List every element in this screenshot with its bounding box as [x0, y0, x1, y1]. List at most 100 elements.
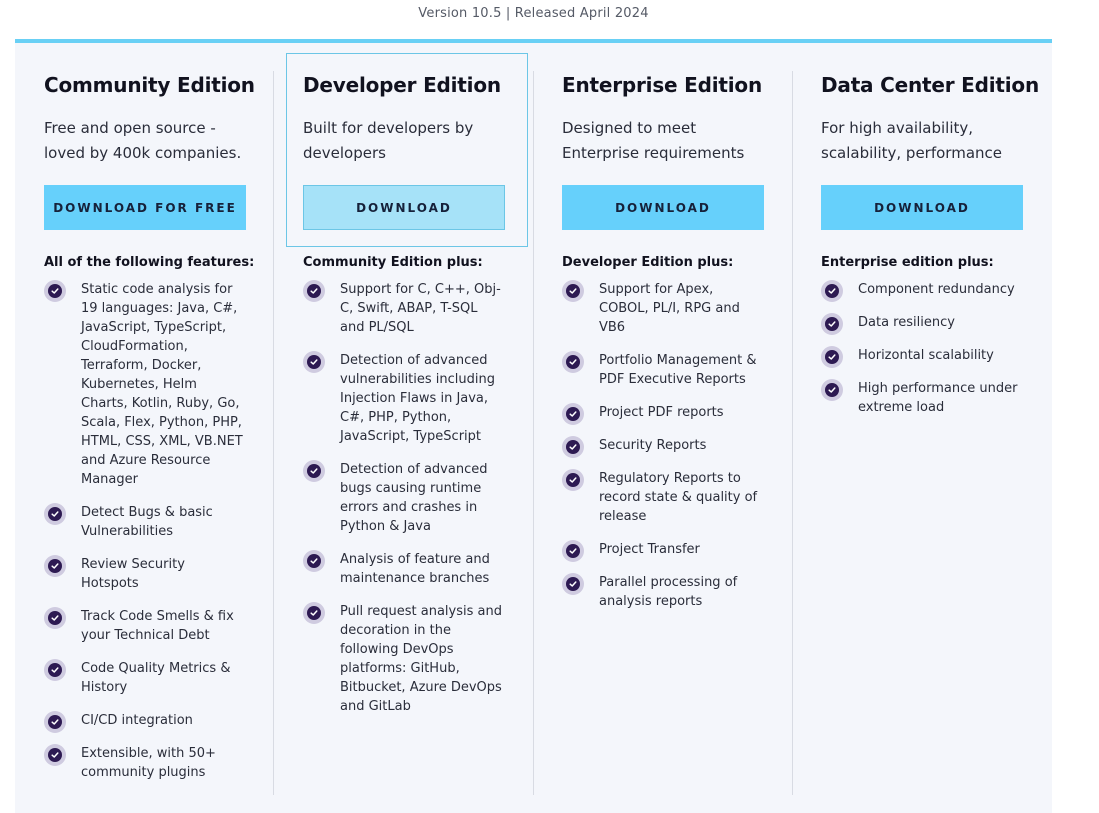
- feature-text-line: Regulatory Reports to: [599, 471, 741, 486]
- feature-text-line: Detection of advanced: [340, 353, 488, 368]
- developer-download-button[interactable]: DOWNLOAD: [303, 185, 505, 230]
- feature-text-line: Kubernetes, Helm: [81, 377, 197, 392]
- data-center-edition-column: Data Center Edition For high availability…: [792, 43, 1051, 813]
- feature-text-line: CloudFormation,: [81, 339, 188, 354]
- check-circle-icon: [303, 550, 325, 572]
- description-line: For high availability,: [821, 119, 974, 137]
- feature-text-line: maintenance branches: [340, 571, 490, 586]
- check-circle-icon: [562, 403, 584, 425]
- check-circle-icon: [562, 436, 584, 458]
- check-circle-icon: [44, 659, 66, 681]
- check-circle-icon: [303, 460, 325, 482]
- feature-text-line: High performance under: [858, 381, 1018, 396]
- feature-text-line: JavaScript, TypeScript,: [81, 320, 227, 335]
- feature-item: Component redundancy: [821, 280, 1036, 302]
- check-circle-icon: [44, 607, 66, 629]
- feature-text-line: Support for C, C++, Obj-: [340, 282, 501, 297]
- feature-text-line: Track Code Smells & fix: [81, 609, 234, 624]
- check-circle-icon: [44, 280, 66, 302]
- feature-text-line: 19 languages: Java, C#,: [81, 301, 238, 316]
- feature-text-line: Project PDF reports: [599, 405, 724, 420]
- feature-item: Detection of advanced vulnerabilities inc…: [303, 351, 518, 446]
- feature-item: Track Code Smells & fix your Technical De…: [44, 607, 259, 645]
- feature-item: Extensible, with 50+ community plugins: [44, 744, 259, 782]
- community-edition-description: Free and open source - loved by 400k comp…: [44, 116, 254, 166]
- check-circle-icon: [821, 379, 843, 401]
- feature-text-line: Security Reports: [599, 438, 707, 453]
- feature-text-line: and Azure Resource: [81, 453, 211, 468]
- developer-features-heading: Community Edition plus:: [303, 255, 483, 270]
- feature-text-line: Data resiliency: [858, 315, 955, 330]
- developer-edition-description: Built for developers by developers: [303, 116, 513, 166]
- feature-text-line: platforms: GitHub,: [340, 661, 460, 676]
- feature-text-line: release: [599, 509, 647, 524]
- feature-text-line: Horizontal scalability: [858, 348, 994, 363]
- feature-text-line: Portfolio Management &: [599, 353, 757, 368]
- check-circle-icon: [44, 744, 66, 766]
- feature-text-line: Code Quality Metrics &: [81, 661, 231, 676]
- feature-text-line: Python & Java: [340, 519, 431, 534]
- feature-text-line: CI/CD integration: [81, 713, 193, 728]
- feature-text-line: Project Transfer: [599, 542, 700, 557]
- feature-text-line: vulnerabilities including: [340, 372, 495, 387]
- feature-text-line: Pull request analysis and: [340, 604, 502, 619]
- check-circle-icon: [562, 351, 584, 373]
- data-center-download-button[interactable]: DOWNLOAD: [821, 185, 1023, 230]
- data-center-feature-list: Component redundancy Data resiliency Horiz…: [821, 280, 1036, 431]
- check-circle-icon: [562, 280, 584, 302]
- feature-item: Detect Bugs & basic Vulnerabilities: [44, 503, 259, 541]
- editions-panel: Community Edition Free and open source - l…: [15, 39, 1052, 813]
- community-download-button[interactable]: DOWNLOAD FOR FREE: [44, 185, 246, 230]
- feature-text-line: your Technical Debt: [81, 628, 210, 643]
- feature-text-line: Extensible, with 50+: [81, 746, 216, 761]
- feature-item: Regulatory Reports to record state & qual…: [562, 469, 777, 526]
- feature-text-line: Component redundancy: [858, 282, 1015, 297]
- feature-text-line: Bitbucket, Azure DevOps: [340, 680, 502, 695]
- feature-text-line: Manager: [81, 472, 138, 487]
- check-circle-icon: [44, 555, 66, 577]
- feature-item: High performance under extreme load: [821, 379, 1036, 417]
- feature-item: Project PDF reports: [562, 403, 777, 425]
- description-line: developers: [303, 144, 386, 162]
- check-circle-icon: [303, 602, 325, 624]
- feature-item: Portfolio Management & PDF Executive Repo…: [562, 351, 777, 389]
- feature-text-line: History: [81, 680, 128, 695]
- feature-text-line: analysis reports: [599, 594, 703, 609]
- description-line: scalability, performance: [821, 144, 1002, 162]
- check-circle-icon: [821, 346, 843, 368]
- feature-text-line: and GitLab: [340, 699, 411, 714]
- check-circle-icon: [562, 469, 584, 491]
- feature-item: Pull request analysis and decoration in t…: [303, 602, 518, 716]
- feature-item: Support for C, C++, Obj- C, Swift, ABAP, …: [303, 280, 518, 337]
- description-line: Free and open source -: [44, 119, 216, 137]
- feature-text-line: C, Swift, ABAP, T-SQL: [340, 301, 478, 316]
- description-line: Designed to meet: [562, 119, 697, 137]
- feature-text-line: VB6: [599, 320, 626, 335]
- feature-text-line: Analysis of feature and: [340, 552, 490, 567]
- feature-text-line: extreme load: [858, 400, 945, 415]
- feature-text-line: C#, PHP, Python,: [340, 410, 452, 425]
- enterprise-edition-description: Designed to meet Enterprise requirements: [562, 116, 772, 166]
- feature-item: Analysis of feature and maintenance branc…: [303, 550, 518, 588]
- feature-item: Parallel processing of analysis reports: [562, 573, 777, 611]
- feature-text-line: decoration in the: [340, 623, 452, 638]
- description-line: loved by 400k companies.: [44, 144, 242, 162]
- feature-text-line: JavaScript, TypeScript: [340, 429, 481, 444]
- feature-item: Code Quality Metrics & History: [44, 659, 259, 697]
- feature-item: Security Reports: [562, 436, 777, 458]
- feature-text-line: COBOL, PL/I, RPG and: [599, 301, 740, 316]
- feature-text-line: HTML, CSS, XML, VB.NET: [81, 434, 243, 449]
- feature-text-line: Scala, Flex, Python, PHP,: [81, 415, 242, 430]
- data-center-edition-title: Data Center Edition: [821, 73, 1039, 97]
- feature-text-line: record state & quality of: [599, 490, 758, 505]
- version-release-line: Version 10.5 | Released April 2024: [418, 6, 649, 21]
- check-circle-icon: [562, 573, 584, 595]
- description-line: Built for developers by: [303, 119, 474, 137]
- feature-item: Data resiliency: [821, 313, 1036, 335]
- feature-text-line: Static code analysis for: [81, 282, 233, 297]
- enterprise-features-heading: Developer Edition plus:: [562, 255, 734, 270]
- check-circle-icon: [44, 503, 66, 525]
- check-circle-icon: [44, 711, 66, 733]
- enterprise-download-button[interactable]: DOWNLOAD: [562, 185, 764, 230]
- feature-text-line: errors and crashes in: [340, 500, 478, 515]
